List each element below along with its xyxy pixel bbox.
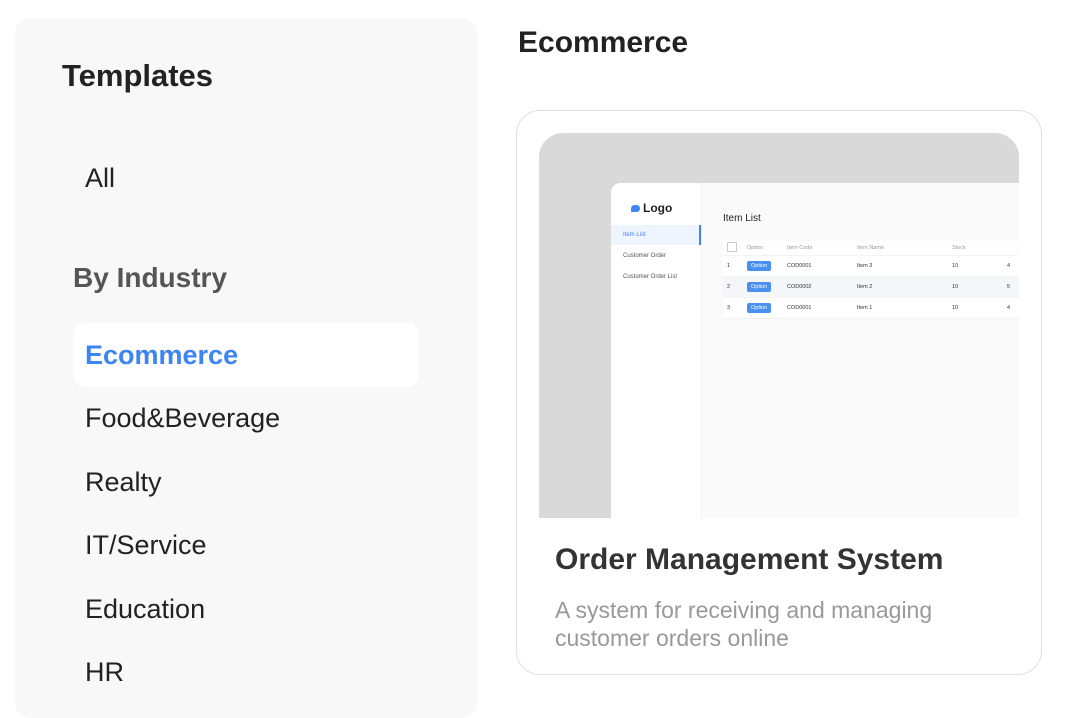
preview-cell: 3 — [727, 305, 731, 311]
preview-cell: COD0001 — [787, 263, 812, 269]
preview-cell: 10 — [952, 305, 959, 311]
preview-option-button: Option — [747, 303, 772, 313]
logo-icon — [631, 204, 640, 212]
preview-logo-text: Logo — [643, 201, 673, 215]
sidebar-item-all[interactable]: All — [73, 146, 419, 210]
preview-table: Option Item Code Item Name Stock 1 Optio… — [723, 241, 1019, 319]
preview-sidebar: Logo Item List Customer Order Customer O… — [611, 183, 702, 518]
preview-col-header: Option — [747, 245, 764, 251]
preview-cell: 4 — [1007, 305, 1011, 311]
sidebar-item-education[interactable]: Education — [73, 577, 419, 641]
preview-table-row: 1 Option COD0001 Item 3 10 4 — [723, 256, 1019, 277]
sidebar-item-hr[interactable]: HR — [73, 640, 419, 704]
preview-mock-window: Logo Item List Customer Order Customer O… — [611, 183, 1019, 518]
preview-nav-item: Customer Order List — [623, 274, 678, 280]
preview-cell: 5 — [1007, 284, 1011, 290]
preview-logo: Logo — [631, 201, 672, 215]
preview-cell: 10 — [952, 284, 959, 290]
preview-col-header: Item Name — [857, 245, 884, 251]
card-title: Order Management System — [555, 543, 944, 576]
preview-cell: 2 — [727, 284, 731, 290]
preview-option-button: Option — [747, 282, 772, 292]
sidebar-item-ecommerce[interactable]: Ecommerce — [73, 323, 419, 387]
preview-cell: Item 1 — [857, 305, 873, 311]
sidebar-title: Templates — [62, 58, 214, 93]
sidebar: Templates All By Industry Ecommerce Food… — [15, 18, 477, 718]
preview-main: Item List Option Item Code Item Name Sto… — [703, 183, 1019, 518]
preview-page-title: Item List — [723, 213, 761, 224]
preview-nav-item: Item List — [611, 225, 701, 245]
preview-cell: 4 — [1007, 263, 1011, 269]
sidebar-item-it-service[interactable]: IT/Service — [73, 513, 419, 577]
preview-cell: 1 — [727, 263, 731, 269]
template-card[interactable]: Logo Item List Customer Order Customer O… — [516, 110, 1042, 675]
checkbox-icon — [727, 242, 737, 252]
preview-cell: COD0002 — [787, 284, 812, 290]
preview-option-button: Option — [747, 261, 772, 271]
sidebar-item-food-beverage[interactable]: Food&Beverage — [73, 386, 419, 450]
preview-cell: 10 — [952, 263, 959, 269]
page-title: Ecommerce — [518, 26, 689, 59]
section-label-by-industry: By Industry — [73, 262, 228, 293]
sidebar-item-realty[interactable]: Realty — [73, 450, 419, 514]
preview-table-row: 2 Option COD0002 Item 2 10 5 — [723, 277, 1019, 298]
preview-cell: COD0001 — [787, 305, 812, 311]
preview-nav-item: Customer Order — [623, 253, 667, 259]
preview-col-header: Stock — [952, 245, 966, 251]
preview-cell: Item 2 — [857, 284, 873, 290]
card-description: A system for receiving and managing cust… — [555, 597, 933, 651]
preview-table-header: Option Item Code Item Name Stock — [723, 241, 1019, 256]
preview-cell: Item 3 — [857, 263, 873, 269]
preview-col-header: Item Code — [787, 245, 813, 251]
preview-table-row: 3 Option COD0001 Item 1 10 4 — [723, 298, 1019, 319]
template-preview: Logo Item List Customer Order Customer O… — [539, 133, 1019, 518]
